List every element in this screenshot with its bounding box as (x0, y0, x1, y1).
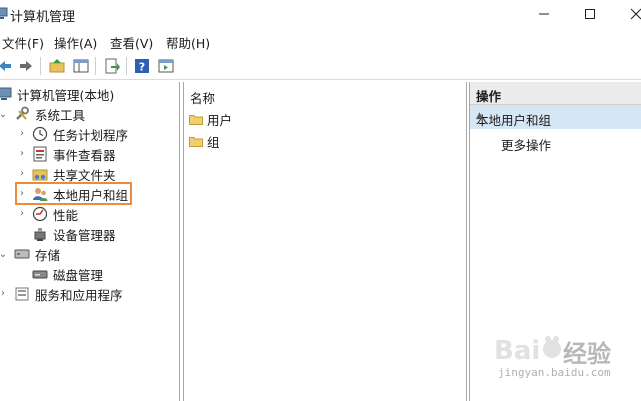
export-list-icon (105, 58, 120, 74)
tree-item-device-manager[interactable]: 设备管理器 (32, 224, 116, 244)
close-button[interactable] (613, 0, 641, 28)
expand-chevron-right-icon[interactable]: › (17, 147, 27, 159)
tree-item-label: 系统工具 (35, 107, 86, 123)
toolbar-separator (95, 57, 96, 75)
tree-item-label: 任务计划程序 (53, 127, 129, 143)
menu-bar: 文件(F) 操作(A) 查看(V) 帮助(H) (0, 30, 641, 52)
menu-action[interactable]: 操作(A) (54, 33, 97, 52)
actions-group-local-users-groups[interactable]: 本地用户和组 ▲ (470, 105, 641, 129)
tree-item-services-applications[interactable]: 服务和应用程序 (14, 284, 123, 304)
help-button[interactable]: ? (131, 55, 153, 77)
event-viewer-icon (33, 146, 47, 162)
actions-header: 操作 (470, 82, 641, 105)
tree-item-storage[interactable]: 存储 (14, 244, 60, 264)
menu-view[interactable]: 查看(V) (110, 33, 153, 52)
tree-item-label: 服务和应用程序 (35, 287, 123, 303)
svg-text:Bai: Bai (494, 336, 540, 366)
forward-button[interactable] (15, 55, 37, 77)
title-bar: 计算机管理 (0, 0, 641, 28)
tree-item-label: 磁盘管理 (53, 267, 104, 283)
tree-item-disk-management[interactable]: 磁盘管理 (32, 264, 103, 284)
expand-chevron-right-icon[interactable]: › (17, 127, 27, 139)
expand-chevron-right-icon[interactable]: › (17, 167, 27, 179)
expand-chevron-right-icon[interactable]: › (0, 287, 8, 299)
tree-item-label: 设备管理器 (53, 227, 116, 243)
computer-management-icon (0, 87, 12, 100)
help-icon: ? (135, 59, 149, 74)
collapse-triangle-icon[interactable]: ▲ (476, 111, 640, 121)
more-actions-link[interactable]: 更多操作 (501, 135, 551, 154)
toolbar-separator (40, 57, 41, 75)
device-manager-icon (34, 228, 46, 241)
console-tree-pane[interactable]: 计算机管理(本地) ⌄ 系统工具 › 任务计划程序 › 事件查看器 › 共享文件… (0, 82, 180, 401)
tree-item-system-tools[interactable]: 系统工具 (14, 104, 85, 124)
tree-item-performance[interactable]: 性能 (32, 204, 78, 224)
services-icon (15, 287, 29, 301)
actions-header-label: 操作 (476, 89, 502, 104)
expand-chevron-down-icon[interactable]: ⌄ (0, 248, 8, 260)
expand-chevron-down-icon[interactable]: ⌄ (0, 108, 8, 120)
storage-icon (14, 249, 30, 259)
performance-icon (32, 206, 48, 222)
list-item-groups[interactable]: 组 (189, 132, 220, 151)
menu-help[interactable]: 帮助(H) (166, 33, 210, 52)
tree-item-label: 计算机管理(本地) (17, 87, 115, 103)
show-action-pane-icon (158, 59, 174, 73)
export-list-button[interactable] (101, 55, 123, 77)
tools-icon (16, 106, 29, 120)
toolbar-separator (126, 57, 127, 75)
computer-management-icon (0, 7, 8, 19)
up-folder-icon (49, 59, 65, 73)
watermark-text: 经验 (563, 340, 611, 368)
close-icon (630, 8, 641, 20)
show-hide-tree-icon (73, 59, 89, 73)
list-item-label: 用户 (207, 113, 233, 128)
maximize-button[interactable] (567, 0, 613, 28)
back-arrow-icon (0, 61, 11, 71)
disk-icon (32, 270, 48, 279)
tree-item-label: 存储 (35, 247, 61, 263)
shared-folder-icon (32, 169, 48, 181)
expand-chevron-right-icon[interactable]: › (17, 207, 27, 219)
window-title: 计算机管理 (10, 10, 76, 25)
tree-item-task-scheduler[interactable]: 任务计划程序 (32, 124, 128, 144)
forward-arrow-icon (20, 61, 32, 71)
svg-text:?: ? (139, 61, 145, 74)
tree-item-shared-folders[interactable]: 共享文件夹 (32, 164, 116, 184)
folder-icon (189, 115, 203, 125)
watermark-url: jingyan.baidu.com (498, 366, 611, 379)
maximize-icon (585, 9, 595, 19)
column-header-name[interactable]: 名称 (190, 88, 215, 107)
back-button[interactable] (0, 55, 16, 77)
minimize-icon (539, 13, 549, 15)
list-item-users[interactable]: 用户 (189, 110, 232, 129)
minimize-button[interactable] (521, 0, 567, 28)
tree-item-label: 共享文件夹 (53, 167, 116, 183)
show-action-pane-button[interactable] (155, 55, 177, 77)
clock-icon (32, 126, 48, 142)
results-list-pane[interactable]: 名称 用户 组 (183, 82, 467, 401)
list-item-label: 组 (207, 135, 220, 150)
tree-item-event-viewer[interactable]: 事件查看器 (32, 144, 116, 164)
folder-icon (189, 137, 203, 147)
highlight-box (15, 182, 132, 205)
toolbar: ? (0, 53, 641, 80)
menu-file[interactable]: 文件(F) (2, 33, 44, 52)
tree-item-label: 事件查看器 (53, 147, 116, 163)
tree-item-computer-management[interactable]: 计算机管理(本地) (0, 84, 114, 104)
show-hide-tree-button[interactable] (70, 55, 92, 77)
tree-item-label: 性能 (53, 207, 79, 223)
up-one-level-button[interactable] (46, 55, 68, 77)
